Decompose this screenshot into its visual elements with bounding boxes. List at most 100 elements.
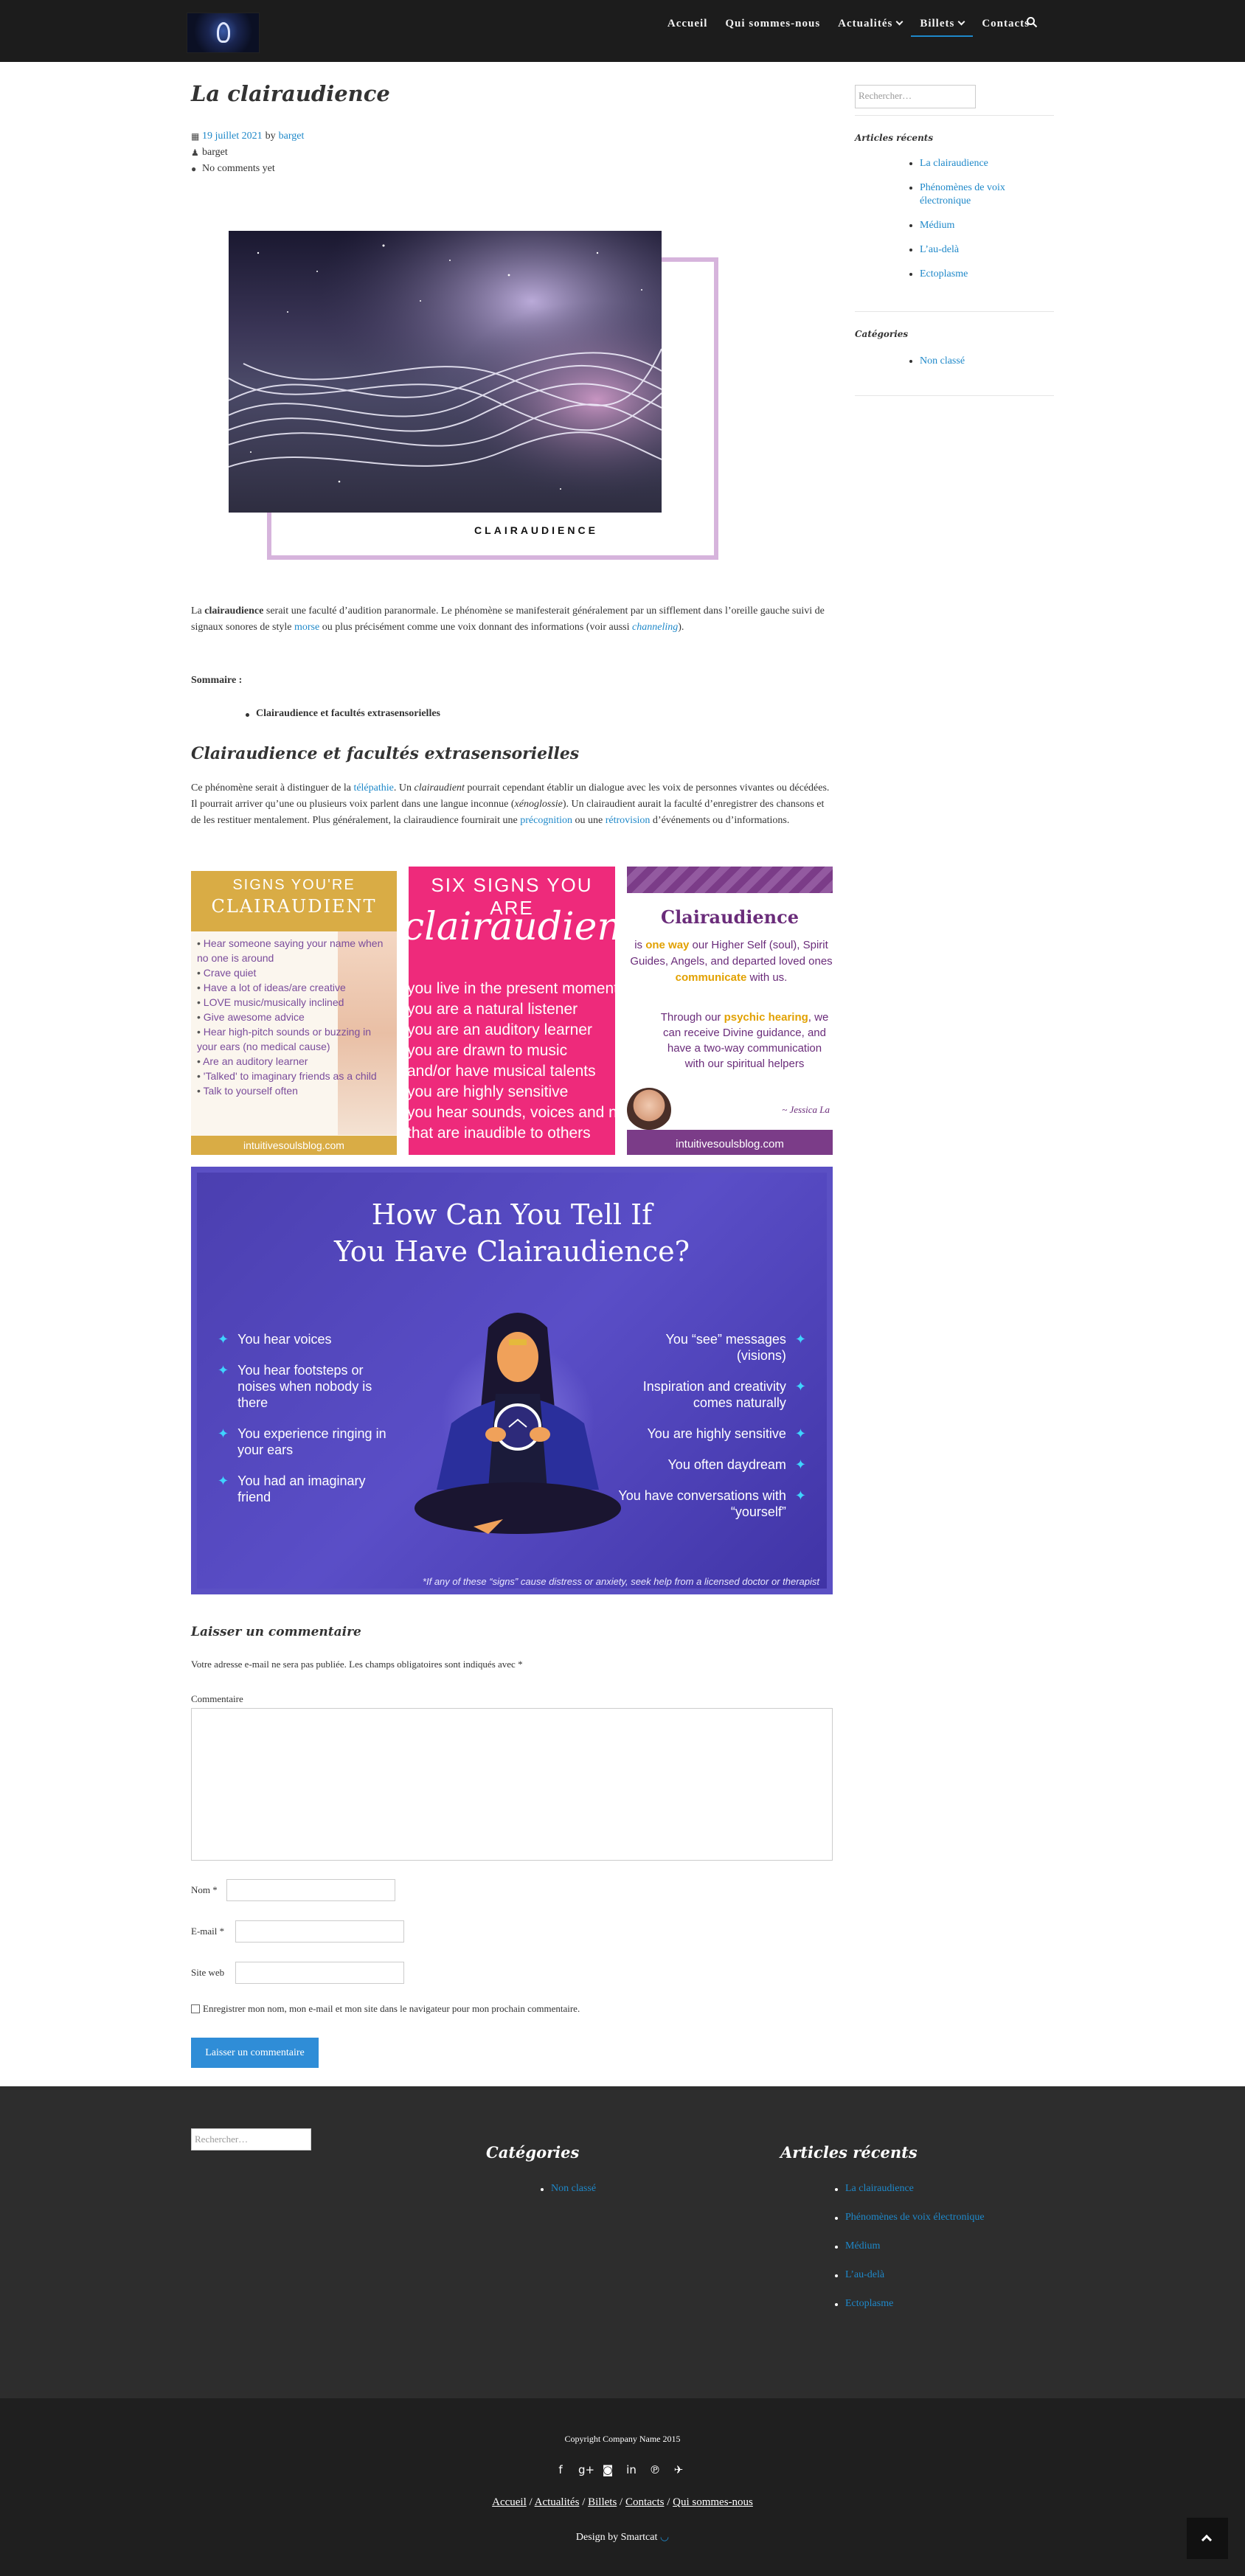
text-run: with us. (746, 971, 788, 984)
text-run: d’événements ou d’informations. (650, 815, 790, 826)
footer-link-contacts[interactable]: Contacts (625, 2496, 665, 2508)
link-channeling[interactable]: channeling (632, 622, 678, 633)
sidebar-recent-item[interactable]: Ectoplasme (909, 268, 1035, 281)
sidebar-recent-item[interactable]: Phénomènes de voix électronique (909, 181, 1035, 208)
list-item: you live in the present moment (409, 980, 615, 997)
nav-item-actualites[interactable]: Actualités (829, 16, 911, 37)
sidebar-recent-link[interactable]: Médium (920, 220, 954, 231)
sidebar-recent-item[interactable]: La clairaudience (909, 157, 1035, 170)
sidebar-recent-link[interactable]: Ectoplasme (920, 268, 968, 280)
nav-item-accueil[interactable]: Accueil (659, 16, 716, 37)
sidebar-search-input[interactable]: Rechercher… (855, 85, 976, 108)
sparkle-icon: ✦ (794, 1332, 806, 1347)
back-to-top-button[interactable] (1187, 2518, 1228, 2559)
sidebar-recent-item[interactable]: L’au-delà (909, 243, 1035, 257)
footer-recent-item[interactable]: Médium (835, 2240, 985, 2252)
search-icon[interactable] (1026, 16, 1038, 28)
remember-me-checkbox[interactable] (191, 2004, 200, 2013)
link-telepathie[interactable]: télépathie (353, 782, 393, 794)
text-run: ou une (572, 815, 606, 826)
text-run: ). (678, 622, 684, 633)
post-author-link[interactable]: barget (279, 128, 305, 145)
sign-item: You often daydream ✦ (614, 1457, 806, 1473)
infographic-how-to-tell[interactable]: How Can You Tell If You Have Clairaudienc… (191, 1167, 833, 1594)
infographic-list: Hear someone saying your name when no on… (197, 936, 392, 1098)
footer-recent-link[interactable]: L’au-delà (845, 2269, 884, 2280)
infographic-body: Through our psychic hearing, we can rece… (656, 1010, 833, 1072)
google-plus-icon[interactable]: g+ (578, 2463, 594, 2476)
meditating-woman-illustration (415, 1313, 621, 1534)
list-item: that are inaudible to others (409, 1125, 591, 1142)
infographic-clairaudience-definition[interactable]: Clairaudience is one way our Higher Self… (627, 867, 833, 1155)
sign-item: You have conversations with “yourself” ✦ (614, 1487, 806, 1520)
infographic-footer: intuitivesoulsblog.com (676, 1138, 784, 1150)
footer-recent-link[interactable]: La clairaudience (845, 2183, 914, 2194)
footer-link-qui-sommes-nous[interactable]: Qui sommes-nous (673, 2496, 753, 2508)
sign-item: ✦ You had an imaginary friend (218, 1473, 395, 1505)
link-retrovision[interactable]: rétrovision (606, 815, 651, 826)
toc-item[interactable]: Clairaudience et facultés extrasensoriel… (244, 708, 440, 720)
footer-recent-link[interactable]: Phénomènes de voix électronique (845, 2212, 985, 2223)
highlight: psychic hearing (724, 1011, 808, 1024)
infographic-header-line: SIGNS YOU'RE (232, 877, 356, 893)
chevron-down-icon (895, 18, 904, 26)
instagram-icon[interactable]: ◙ (602, 2463, 614, 2476)
design-credit: Design by Smartcat ◡ (0, 2531, 1245, 2544)
text-run: ou plus précisément comme une voix donna… (319, 622, 633, 633)
text-run: Ce phénomène serait à distinguer de la (191, 782, 354, 794)
sidebar-recent-item[interactable]: Médium (909, 219, 1035, 232)
sparkle-icon: ✦ (218, 1363, 229, 1378)
section-heading: Clairaudience et facultés extrasensoriel… (191, 744, 580, 763)
footer-recent-link[interactable]: Ectoplasme (845, 2298, 893, 2309)
arrow-up-icon (1201, 2534, 1213, 2546)
facebook-icon[interactable]: f (555, 2463, 566, 2476)
footer-recent-item[interactable]: L’au-delà (835, 2269, 985, 2281)
footer-category-link[interactable]: Non classé (551, 2183, 596, 2194)
footer-search-input[interactable]: Rechercher… (191, 2128, 311, 2150)
site-logo[interactable] (187, 13, 260, 53)
sidebar-category-item[interactable]: Non classé (909, 355, 1035, 368)
sidebar-category-link[interactable]: Non classé (920, 355, 965, 367)
italic-term: clairaudient (414, 782, 465, 794)
infographic-signs-clairaudient[interactable]: SIGNS YOU'RE CLAIRAUDIENT Hear someone s… (191, 871, 397, 1155)
sidebar-recent-link[interactable]: La clairaudience (920, 158, 988, 169)
highlight: one way (645, 939, 690, 951)
linkedin-icon[interactable]: in (625, 2463, 637, 2476)
comments-count: No comments yet (202, 163, 275, 174)
website-input[interactable] (235, 1962, 404, 1984)
footer-recent-item[interactable]: Phénomènes de voix électronique (835, 2212, 985, 2223)
title-line: You Have Clairaudience? (334, 1235, 690, 1268)
post-date-link[interactable]: 19 juillet 2021 (202, 128, 263, 145)
list-item: you are highly sensitive (409, 1083, 569, 1100)
list-item: you are an auditory learner (409, 1021, 592, 1038)
footer-recent-item[interactable]: La clairaudience (835, 2183, 985, 2195)
comment-textarea[interactable] (191, 1708, 833, 1861)
footer-recent-item[interactable]: Ectoplasme (835, 2298, 985, 2310)
footer-link-actualites[interactable]: Actualités (535, 2496, 580, 2508)
sidebar-recent-link[interactable]: L’au-delà (920, 244, 959, 255)
email-input[interactable] (235, 1920, 404, 1943)
sign-text: Inspiration and creativity comes natural… (642, 1379, 786, 1410)
name-input[interactable] (226, 1879, 395, 1901)
pinterest-icon[interactable]: ℗ (649, 2463, 661, 2476)
link-morse[interactable]: morse (294, 622, 319, 633)
footer-recent-link[interactable]: Médium (845, 2240, 880, 2252)
nav-item-billets[interactable]: Billets (911, 16, 974, 37)
nav-item-qui-sommes-nous[interactable]: Qui sommes-nous (716, 16, 829, 37)
twitter-icon[interactable]: ✈ (673, 2463, 684, 2476)
list-item: you are drawn to music (409, 1042, 568, 1059)
nav-label: Billets (920, 18, 955, 29)
link-precognition[interactable]: précognition (520, 815, 572, 826)
footer-category-item[interactable]: Non classé (541, 2183, 596, 2195)
post-comments-line: ● No comments yet (191, 161, 304, 177)
submit-comment-button[interactable]: Laisser un commentaire (191, 2038, 319, 2068)
footer-link-accueil[interactable]: Accueil (492, 2496, 527, 2508)
infographic-title: How Can You Tell If You Have Clairaudienc… (197, 1196, 827, 1270)
featured-image: CLAIRAUDIENCE (229, 231, 718, 560)
logo-glyph-icon (217, 22, 230, 43)
footer-link-billets[interactable]: Billets (588, 2496, 617, 2508)
featured-image-caption: CLAIRAUDIENCE (474, 524, 598, 536)
infographic-six-signs[interactable]: SIX SIGNS YOU ARE clairaudient you live … (409, 867, 615, 1155)
sidebar-recent-link[interactable]: Phénomènes de voix électronique (920, 182, 1005, 206)
smartcat-logo-icon[interactable]: ◡ (660, 2532, 669, 2543)
